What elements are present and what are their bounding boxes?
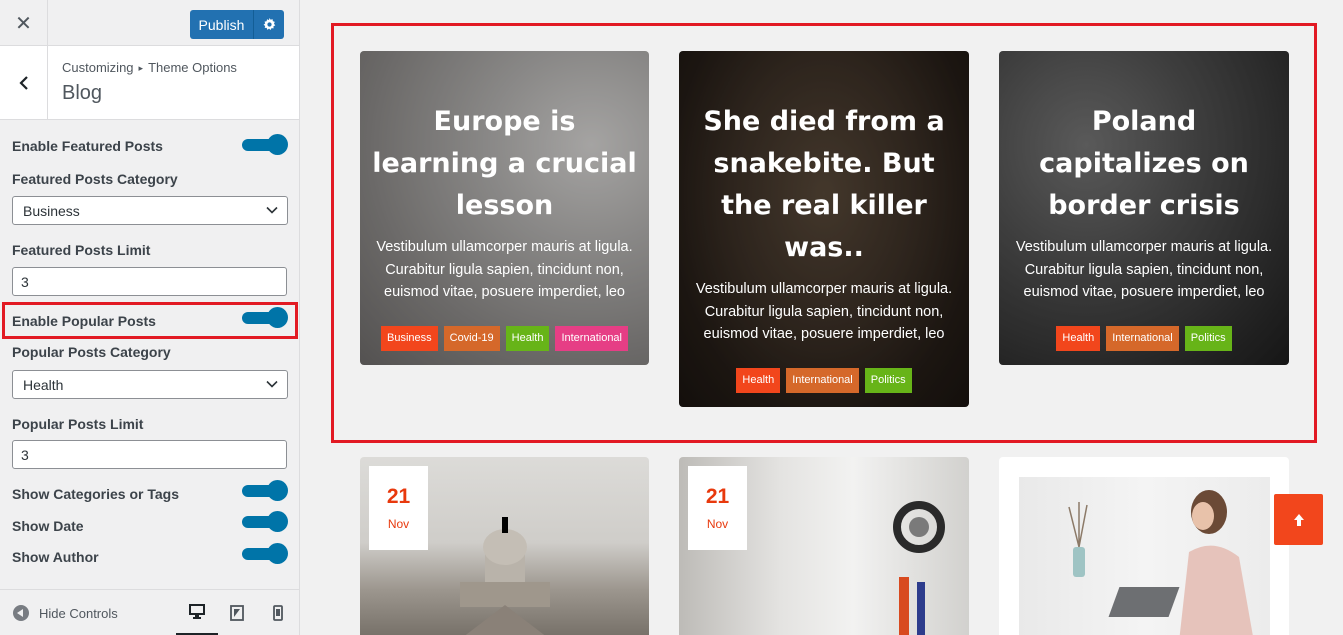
tag-health[interactable]: Health [505, 325, 550, 351]
featured-post-tags: Business Covid-19 Health International [360, 325, 649, 351]
breadcrumb-parent: Theme Options [148, 60, 237, 75]
featured-post-content: She died from a snakebite. But the real … [679, 101, 969, 393]
show-author-toggle[interactable] [242, 543, 288, 564]
post-date-badge: 21 Nov [688, 466, 747, 550]
show-categories-toggle[interactable] [242, 480, 288, 501]
post-date-month: Nov [706, 517, 729, 531]
tag-business[interactable]: Business [380, 325, 438, 351]
featured-post-card[interactable]: Europe is learning a crucial lesson Vest… [360, 51, 649, 365]
popular-category-value: Health [23, 377, 64, 393]
woman-at-laptop-image [1019, 477, 1270, 635]
featured-post-tags: Health International Politics [679, 367, 969, 393]
post-thumbnail[interactable]: 21 Nov [360, 457, 649, 635]
arrow-up-icon [1293, 513, 1304, 526]
chevron-left-icon [18, 76, 28, 90]
close-icon: ✕ [15, 12, 32, 35]
preview-mobile-button[interactable] [257, 590, 299, 635]
chevron-down-icon [266, 206, 278, 214]
featured-enable-toggle[interactable] [242, 134, 288, 155]
back-button[interactable] [0, 46, 48, 120]
tag-covid-19[interactable]: Covid-19 [443, 325, 500, 351]
cathedral-image [460, 517, 550, 635]
gear-icon [263, 18, 275, 30]
popular-enable-label: Enable Popular Posts [12, 313, 156, 329]
show-author-label: Show Author [12, 549, 99, 565]
post-date-month: Nov [387, 517, 410, 531]
tag-politics[interactable]: Politics [864, 367, 912, 393]
tag-health[interactable]: Health [736, 367, 781, 393]
collapse-icon [13, 605, 29, 621]
post-date-day: 21 [386, 485, 411, 508]
popular-enable-toggle[interactable] [242, 307, 288, 328]
breadcrumb-arrow-icon: ▸ [138, 63, 144, 73]
featured-post-content: Poland capitalizes on border crisis Vest… [999, 101, 1289, 351]
featured-category-value: Business [23, 203, 80, 219]
popular-limit-input[interactable] [12, 440, 287, 469]
featured-post-card[interactable]: Poland capitalizes on border crisis Vest… [999, 51, 1289, 365]
hide-controls-button[interactable]: Hide Controls [13, 605, 118, 621]
post-card[interactable] [999, 457, 1289, 635]
featured-category-label: Featured Posts Category [12, 171, 178, 187]
tag-health[interactable]: Health [1056, 325, 1101, 351]
laptop-image [1108, 587, 1180, 617]
popular-category-select[interactable]: Health [12, 370, 288, 399]
publish-group: Publish [190, 10, 284, 39]
featured-limit-label: Featured Posts Limit [12, 242, 151, 258]
tag-international[interactable]: International [555, 325, 628, 351]
featured-post-excerpt: Vestibulum ullamcorper mauris at ligula.… [695, 281, 953, 342]
featured-post-title[interactable]: Poland capitalizes on border crisis [999, 101, 1289, 227]
section-header: Customizing ▸ Theme Options Blog [0, 46, 299, 120]
tag-politics[interactable]: Politics [1184, 325, 1232, 351]
popular-limit-label: Popular Posts Limit [12, 416, 144, 432]
preview-tablet-button[interactable] [216, 590, 258, 635]
featured-category-select[interactable]: Business [12, 196, 288, 225]
featured-post-excerpt: Vestibulum ullamcorper mauris at ligula.… [376, 239, 633, 300]
mobile-icon [273, 605, 283, 621]
show-categories-label: Show Categories or Tags [12, 486, 179, 502]
show-date-label: Show Date [12, 518, 84, 534]
featured-post-excerpt: Vestibulum ullamcorper mauris at ligula.… [1015, 239, 1273, 300]
show-date-toggle[interactable] [242, 511, 288, 532]
customizer-footer: Hide Controls [0, 589, 299, 635]
tag-international[interactable]: International [1106, 325, 1179, 351]
featured-post-content: Europe is learning a crucial lesson Vest… [360, 101, 649, 351]
tablet-icon [230, 605, 244, 621]
featured-post-title[interactable]: She died from a snakebite. But the real … [679, 101, 969, 269]
featured-post-title[interactable]: Europe is learning a crucial lesson [360, 101, 649, 227]
customizer-header: ✕ Publish [0, 0, 299, 46]
breadcrumb-root: Customizing [62, 60, 134, 75]
scroll-to-top-button[interactable] [1274, 494, 1323, 545]
chevron-down-icon [266, 380, 278, 388]
close-customizer-button[interactable]: ✕ [0, 0, 48, 46]
featured-post-card[interactable]: She died from a snakebite. But the real … [679, 51, 969, 407]
featured-limit-input[interactable] [12, 267, 287, 296]
post-date-day: 21 [705, 485, 730, 508]
section-title: Blog [62, 82, 103, 104]
site-preview: Europe is learning a crucial lesson Vest… [300, 0, 1343, 635]
publish-button[interactable]: Publish [190, 10, 254, 39]
stethoscope-image [893, 501, 945, 635]
featured-enable-label: Enable Featured Posts [12, 138, 163, 154]
featured-post-tags: Health International Politics [999, 325, 1289, 351]
customizer-sidebar: ✕ Publish Customizing ▸ Theme Options Blog… [0, 0, 300, 635]
preview-desktop-button[interactable] [176, 590, 218, 635]
post-date-badge: 21 Nov [369, 466, 428, 550]
hide-controls-label: Hide Controls [39, 605, 118, 621]
woman-image [1179, 490, 1253, 635]
publish-settings-button[interactable] [254, 10, 284, 39]
tag-international[interactable]: International [786, 367, 859, 393]
breadcrumb: Customizing ▸ Theme Options [62, 60, 237, 75]
desktop-icon [189, 604, 205, 619]
plant-vase-image [1068, 502, 1088, 577]
popular-category-label: Popular Posts Category [12, 344, 171, 360]
post-thumbnail[interactable]: 21 Nov [679, 457, 969, 635]
